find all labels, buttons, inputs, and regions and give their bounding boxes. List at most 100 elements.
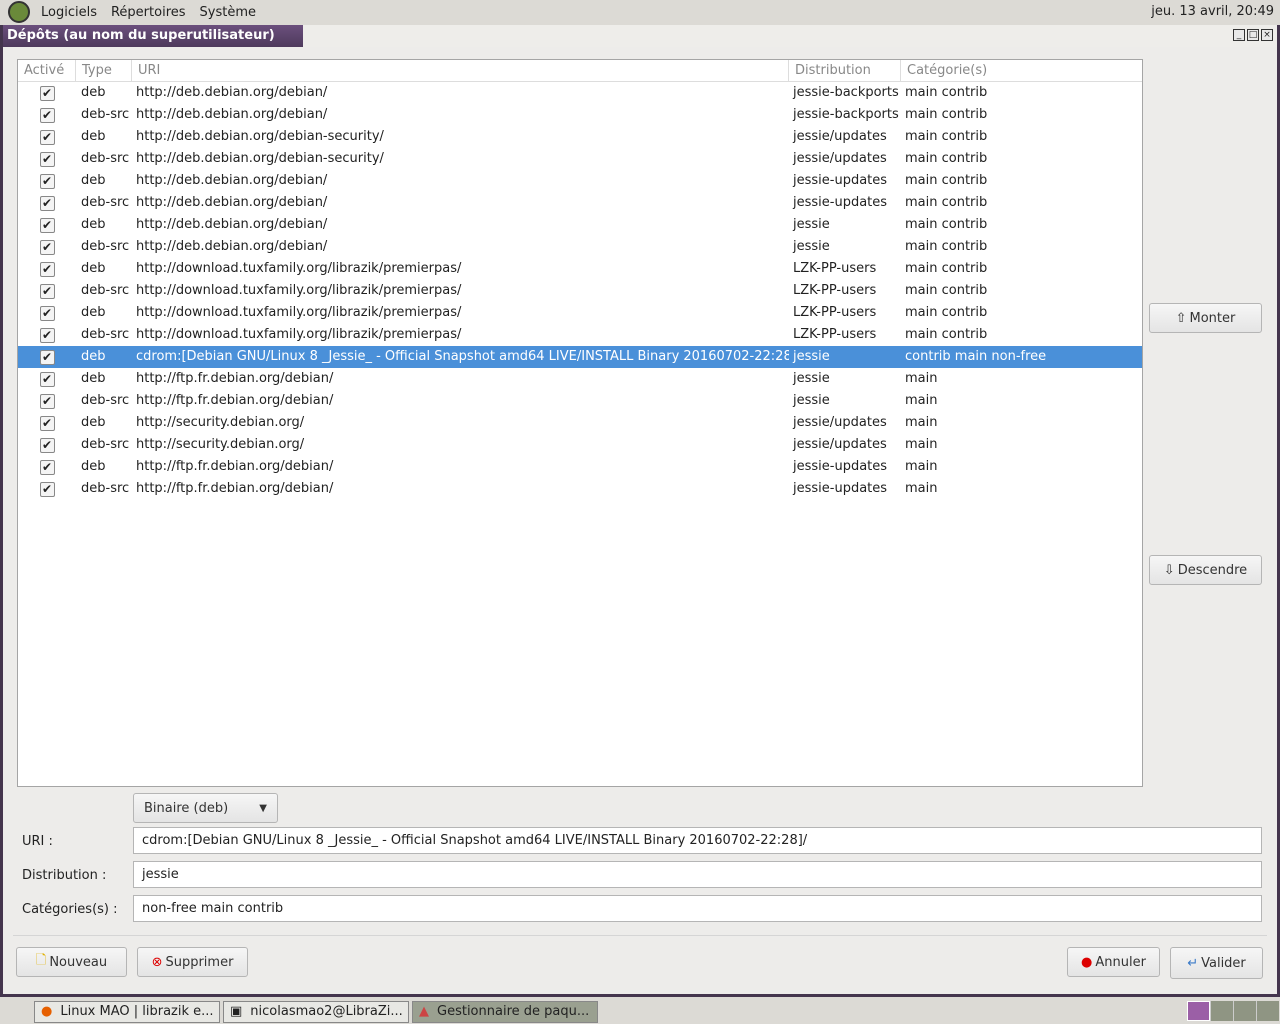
uri-input[interactable]: cdrom:[Debian GNU/Linux 8 _Jessie_ - Off…	[133, 827, 1262, 854]
enter-arrow-icon: ↵	[1187, 955, 1199, 971]
table-row[interactable]: ✔ deb http://deb.debian.org/debian-securit…	[18, 126, 1142, 148]
col-header-distribution[interactable]: Distribution	[789, 60, 901, 81]
active-checkbox[interactable]: ✔	[39, 283, 55, 299]
uri-cell: http://download.tuxfamily.org/librazik/p…	[136, 327, 462, 342]
active-checkbox[interactable]: ✔	[39, 85, 55, 101]
active-checkbox[interactable]: ✔	[39, 349, 55, 365]
ok-button[interactable]: ↵ Valider	[1170, 947, 1263, 979]
table-row[interactable]: ✔ deb-src http://security.debian.org/jessi…	[18, 434, 1142, 456]
uri-cell: http://download.tuxfamily.org/librazik/p…	[136, 305, 462, 320]
distribution-cell: jessie	[793, 349, 830, 364]
delete-button[interactable]: ⊗ Supprimer	[137, 947, 248, 977]
move-down-button[interactable]: ⇩ Descendre	[1149, 555, 1262, 585]
active-checkbox[interactable]: ✔	[39, 415, 55, 431]
active-checkbox[interactable]: ✔	[39, 217, 55, 233]
active-checkbox[interactable]: ✔	[39, 151, 55, 167]
active-checkbox[interactable]: ✔	[39, 371, 55, 387]
active-checkbox[interactable]: ✔	[39, 305, 55, 321]
stop-icon: ●	[1081, 954, 1093, 970]
categories-label: Catégories(s) :	[22, 902, 118, 917]
table-row[interactable]: ✔ deb http://download.tuxfamily.org/libraz…	[18, 302, 1142, 324]
uri-cell: http://ftp.fr.debian.org/debian/	[136, 481, 334, 496]
app-menu-logo-icon[interactable]	[8, 1, 30, 23]
type-cell: deb	[81, 415, 106, 430]
table-row[interactable]: ✔ deb http://ftp.fr.debian.org/debian/jess…	[18, 456, 1142, 478]
distribution-cell: jessie-updates	[793, 195, 888, 210]
type-cell: deb	[81, 459, 106, 474]
menu-repertoires[interactable]: Répertoires	[111, 5, 186, 20]
firefox-icon: ●	[41, 1004, 53, 1019]
categories-cell: main contrib	[905, 283, 988, 298]
task-terminal[interactable]: ▣ nicolasmao2@LibraZi...	[223, 1000, 409, 1023]
uri-cell: http://deb.debian.org/debian/	[136, 239, 328, 254]
repositories-window: Dépôts (au nom du superutilisateur) _ □ …	[0, 25, 1280, 997]
active-checkbox[interactable]: ✔	[39, 437, 55, 453]
close-icon[interactable]: ×	[1261, 29, 1273, 41]
uri-cell: http://security.debian.org/	[136, 415, 305, 430]
uri-cell: http://security.debian.org/	[136, 437, 305, 452]
col-header-categories[interactable]: Catégorie(s)	[901, 60, 1142, 81]
active-checkbox[interactable]: ✔	[39, 481, 55, 497]
active-checkbox[interactable]: ✔	[39, 459, 55, 475]
menu-systeme[interactable]: Système	[200, 5, 256, 20]
table-row[interactable]: ✔ deb http://deb.debian.org/debian/jessie m…	[18, 214, 1142, 236]
distribution-cell: jessie-backports	[793, 107, 899, 122]
table-row[interactable]: ✔ deb cdrom:[Debian GNU/Linux 8 _Jessie_ -…	[18, 346, 1142, 368]
clock[interactable]: jeu. 13 avril, 20:49	[1151, 4, 1274, 19]
col-header-active[interactable]: Activé	[18, 60, 76, 81]
new-button[interactable]: 🗋 Nouveau	[16, 947, 127, 977]
table-row[interactable]: ✔ deb-src http://ftp.fr.debian.org/debian/…	[18, 390, 1142, 412]
uri-label: URI :	[22, 834, 53, 849]
categories-cell: main	[905, 459, 938, 474]
active-checkbox[interactable]: ✔	[39, 195, 55, 211]
uri-cell: http://deb.debian.org/debian/	[136, 217, 328, 232]
uri-cell: http://deb.debian.org/debian/	[136, 173, 328, 188]
table-row[interactable]: ✔ deb http://deb.debian.org/debian/jessie-…	[18, 170, 1142, 192]
move-up-button[interactable]: ⇧ Monter	[1149, 303, 1262, 333]
delete-icon: ⊗	[151, 954, 163, 970]
table-row[interactable]: ✔ deb-src http://download.tuxfamily.org/li…	[18, 280, 1142, 302]
table-row[interactable]: ✔ deb-src http://deb.debian.org/debian/jes…	[18, 104, 1142, 126]
table-row[interactable]: ✔ deb http://ftp.fr.debian.org/debian/jess…	[18, 368, 1142, 390]
uri-cell: cdrom:[Debian GNU/Linux 8 _Jessie_ - Off…	[136, 349, 789, 364]
workspace-pager[interactable]	[1187, 1001, 1279, 1021]
cancel-button[interactable]: ● Annuler	[1067, 947, 1160, 977]
col-header-type[interactable]: Type	[76, 60, 132, 81]
col-header-uri[interactable]: URI	[132, 60, 789, 81]
active-checkbox[interactable]: ✔	[39, 107, 55, 123]
distribution-input[interactable]: jessie	[133, 861, 1262, 888]
type-cell: deb	[81, 129, 106, 144]
type-dropdown[interactable]: Binaire (deb) ▼	[133, 793, 278, 823]
type-cell: deb-src	[81, 437, 130, 452]
table-row[interactable]: ✔ deb-src http://download.tuxfamily.org/li…	[18, 324, 1142, 346]
table-row[interactable]: ✔ deb-src http://deb.debian.org/debian/jes…	[18, 192, 1142, 214]
table-row[interactable]: ✔ deb-src http://deb.debian.org/debian-sec…	[18, 148, 1142, 170]
table-row[interactable]: ✔ deb http://download.tuxfamily.org/libraz…	[18, 258, 1142, 280]
task-package-manager[interactable]: ▲ Gestionnaire de paqu...	[412, 1000, 598, 1023]
table-row[interactable]: ✔ deb http://deb.debian.org/debian/jessie-…	[18, 82, 1142, 104]
task-firefox[interactable]: ● Linux MAO | librazik e...	[34, 1000, 220, 1023]
window-title: Dépôts (au nom du superutilisateur)	[3, 25, 303, 47]
uri-cell: http://download.tuxfamily.org/librazik/p…	[136, 261, 462, 276]
distribution-cell: jessie	[793, 239, 830, 254]
table-row[interactable]: ✔ deb http://security.debian.org/jessie/up…	[18, 412, 1142, 434]
table-row[interactable]: ✔ deb-src http://ftp.fr.debian.org/debian/…	[18, 478, 1142, 500]
categories-input[interactable]: non-free main contrib	[133, 895, 1262, 922]
menu-logiciels[interactable]: Logiciels	[41, 5, 97, 20]
active-checkbox[interactable]: ✔	[39, 261, 55, 277]
maximize-icon[interactable]: □	[1247, 29, 1259, 41]
uri-cell: http://ftp.fr.debian.org/debian/	[136, 459, 334, 474]
active-checkbox[interactable]: ✔	[39, 173, 55, 189]
active-checkbox[interactable]: ✔	[39, 129, 55, 145]
active-checkbox[interactable]: ✔	[39, 393, 55, 409]
active-checkbox[interactable]: ✔	[39, 327, 55, 343]
table-row[interactable]: ✔ deb-src http://deb.debian.org/debian/jes…	[18, 236, 1142, 258]
minimize-icon[interactable]: _	[1233, 29, 1245, 41]
distribution-cell: LZK-PP-users	[793, 305, 877, 320]
new-document-icon: 🗋	[35, 953, 47, 968]
active-checkbox[interactable]: ✔	[39, 239, 55, 255]
categories-cell: main contrib	[905, 217, 988, 232]
distribution-cell: LZK-PP-users	[793, 261, 877, 276]
title-bar[interactable]: Dépôts (au nom du superutilisateur) _ □ …	[3, 25, 1277, 47]
taskbar: ● Linux MAO | librazik e... ▣ nicolasmao2@…	[0, 999, 1280, 1024]
